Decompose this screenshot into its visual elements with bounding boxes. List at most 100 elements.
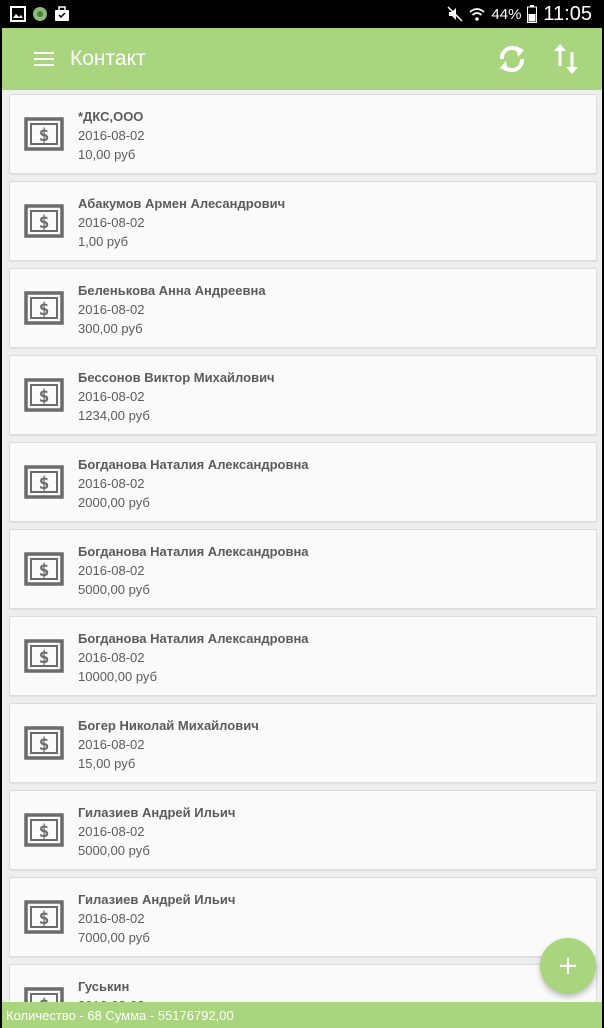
device-screen: 44% 11:05 Контакт $ *ДКС,ООО 2016-08-02 … [2, 0, 602, 1028]
list-item[interactable]: $ Бессонов Виктор Михайлович 2016-08-02 123… [9, 355, 597, 435]
list-item-text: Абакумов Армен Алесандрович 2016-08-02 1,0… [78, 194, 285, 251]
svg-text:$: $ [39, 125, 50, 146]
list-item[interactable]: $ Абакумов Армен Алесандрович 2016-08-02 1,… [9, 181, 597, 261]
item-date: 2016-08-02 [78, 476, 145, 491]
list-item-text: Гилазиев Андрей Ильич 2016-08-02 5000,00 р… [78, 803, 235, 860]
list-item-text: Богданова Наталия Александровна 2016-08-0… [78, 542, 309, 599]
item-amount: 5000,00 руб [78, 843, 150, 858]
list-item[interactable]: $ *ДКС,ООО 2016-08-02 10,00 руб [9, 94, 597, 174]
list-item[interactable]: $ Гуськин2016-08-02 [9, 964, 597, 1002]
wifi-icon [469, 8, 485, 21]
sort-icon [554, 44, 578, 74]
list-item-text: Беленькова Анна Андреевна 2016-08-02 300,0… [78, 281, 266, 338]
money-icon: $ [24, 900, 64, 934]
hamburger-menu-icon [34, 52, 54, 66]
add-icon: + [557, 951, 579, 981]
list-item[interactable]: $ Богданова Наталия Александровна 2016-08-… [9, 616, 597, 696]
battery-percent: 44% [491, 5, 522, 23]
item-date: 2016-08-02 [78, 128, 145, 143]
app-bar: Контакт [2, 28, 602, 90]
item-amount: 7000,00 руб [78, 930, 150, 945]
status-bar: 44% 11:05 [2, 0, 602, 28]
contact-name: Богданова Наталия Александровна [78, 544, 309, 559]
item-amount: 1,00 руб [78, 234, 129, 249]
contact-name: Беленькова Анна Андреевна [78, 283, 266, 298]
contact-list: $ *ДКС,ООО 2016-08-02 10,00 руб $ Абакумов Ар… [2, 90, 602, 1002]
svg-text:$: $ [39, 734, 50, 755]
summary-footer: Количество - 68 Сумма - 55176792,00 [2, 1002, 602, 1028]
add-button[interactable]: + [540, 938, 596, 994]
item-amount: 2000,00 руб [78, 495, 150, 510]
list-item-text: Богданова Наталия Александровна 2016-08-0… [78, 455, 309, 512]
money-icon: $ [24, 204, 64, 238]
contact-name: Гилазиев Андрей Ильич [78, 892, 236, 907]
money-icon: $ [24, 117, 64, 151]
clock: 11:05 [543, 2, 592, 25]
money-icon: $ [24, 726, 64, 760]
item-date: 2016-08-02 [78, 824, 145, 839]
list-item-text: Богер Николай Михайлович 2016-08-02 15,00 … [78, 716, 259, 773]
money-icon: $ [24, 639, 64, 673]
gallery-icon [10, 6, 26, 22]
list-item[interactable]: $ Беленькова Анна Андреевна 2016-08-02 300,… [9, 268, 597, 348]
money-icon: $ [24, 378, 64, 412]
item-date: 2016-08-02 [78, 302, 145, 317]
svg-text:$: $ [39, 386, 50, 407]
battery-icon [527, 5, 538, 23]
app-icon [33, 7, 47, 21]
item-date: 2016-08-02 [78, 911, 145, 926]
list-item[interactable]: $ Гилазиев Андрей Ильич 2016-08-02 7000,00 … [9, 877, 597, 957]
list-item[interactable]: $ Богданова Наталия Александровна 2016-08-… [9, 442, 597, 522]
svg-text:$: $ [39, 995, 50, 1002]
svg-text:$: $ [39, 560, 50, 581]
refresh-icon [499, 45, 525, 73]
item-amount: 15,00 руб [78, 756, 136, 771]
contact-name: Абакумов Армен Алесандрович [78, 196, 286, 211]
list-item-text: Гуськин2016-08-02 [78, 977, 145, 1002]
list-item-text: Гилазиев Андрей Ильич 2016-08-02 7000,00 р… [78, 890, 235, 947]
svg-text:$: $ [39, 299, 50, 320]
list-item[interactable]: $ Богданова Наталия Александровна 2016-08-… [9, 529, 597, 609]
contact-name: *ДКС,ООО [78, 109, 144, 124]
app-bar-actions [492, 39, 586, 79]
item-date: 2016-08-02 [78, 737, 145, 752]
briefcase-icon [55, 6, 69, 21]
list-item[interactable]: $ Гилазиев Андрей Ильич 2016-08-02 5000,00 … [9, 790, 597, 870]
item-amount: 5000,00 руб [78, 582, 150, 597]
item-date: 2016-08-02 [78, 215, 145, 230]
contact-name: Богданова Наталия Александровна [78, 631, 309, 646]
svg-text:$: $ [39, 647, 50, 668]
svg-text:$: $ [39, 212, 50, 233]
item-amount: 10,00 руб [78, 147, 136, 162]
contact-name: Гилазиев Андрей Ильич [78, 805, 236, 820]
money-icon: $ [24, 291, 64, 325]
money-icon: $ [24, 552, 64, 586]
item-date: 2016-08-02 [78, 563, 145, 578]
item-amount: 300,00 руб [78, 321, 143, 336]
menu-button[interactable] [24, 39, 64, 79]
contact-name: Богер Николай Михайлович [78, 718, 259, 733]
contact-name: Бессонов Виктор Михайлович [78, 370, 275, 385]
page-title: Контакт [70, 47, 146, 70]
money-icon: $ [24, 987, 64, 1002]
refresh-button[interactable] [492, 39, 532, 79]
list-item-text: Богданова Наталия Александровна 2016-08-0… [78, 629, 309, 686]
item-amount: 10000,00 руб [78, 669, 158, 684]
list-item-text: Бессонов Виктор Михайлович 2016-08-02 1234… [78, 368, 275, 425]
item-date: 2016-08-02 [78, 389, 145, 404]
svg-text:$: $ [39, 908, 50, 929]
status-bar-left [2, 6, 70, 22]
item-date: 2016-08-02 [78, 650, 145, 665]
svg-text:$: $ [39, 473, 50, 494]
status-bar-right: 44% 11:05 [447, 3, 602, 26]
item-amount: 1234,00 руб [78, 408, 150, 423]
money-icon: $ [24, 813, 64, 847]
svg-text:$: $ [39, 821, 50, 842]
money-icon: $ [24, 465, 64, 499]
list-item[interactable]: $ Богер Николай Михайлович 2016-08-02 15,00… [9, 703, 597, 783]
list-item-text: *ДКС,ООО 2016-08-02 10,00 руб [78, 107, 145, 164]
contact-name: Богданова Наталия Александровна [78, 457, 309, 472]
contact-name: Гуськин [78, 979, 130, 994]
sort-button[interactable] [546, 39, 586, 79]
mute-icon [447, 6, 463, 22]
